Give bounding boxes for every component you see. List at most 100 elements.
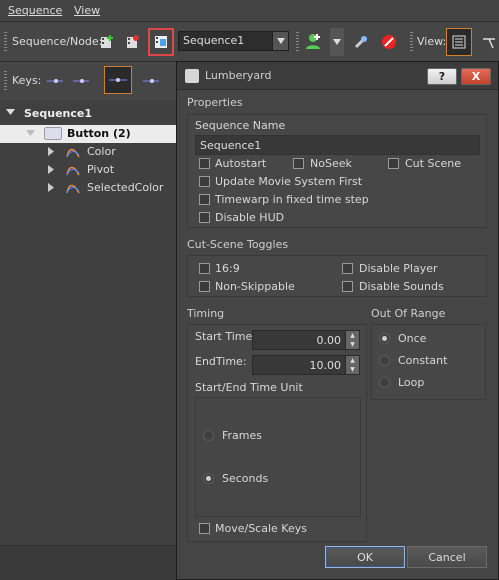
list-view-icon[interactable] xyxy=(446,28,472,56)
timewarp-label: Timewarp in fixed time step xyxy=(215,193,369,206)
cutscene-label: Cut Scene xyxy=(405,157,461,170)
tree-item-track[interactable]: Pivot xyxy=(0,161,178,179)
curve-view-icon[interactable] xyxy=(478,31,499,53)
autostart-label: Autostart xyxy=(215,157,267,170)
move-scale-keys-label: Move/Scale Keys xyxy=(215,522,307,535)
expand-arrow-icon[interactable] xyxy=(6,107,15,120)
tree-item-sequence[interactable]: Sequence1 xyxy=(0,105,178,123)
sequence-combo[interactable]: Sequence1 xyxy=(178,31,289,51)
constant-label: Constant xyxy=(398,354,448,367)
end-time-label: EndTime: xyxy=(195,355,247,368)
curve-track-icon xyxy=(66,146,80,161)
non-skippable-checkbox[interactable] xyxy=(199,281,210,292)
menu-sequence[interactable]: Sequence xyxy=(8,4,62,17)
move-keys-icon[interactable] xyxy=(104,66,132,94)
sequence-combo-value: Sequence1 xyxy=(183,34,245,47)
toolbar-grip[interactable] xyxy=(4,32,7,52)
help-button[interactable]: ? xyxy=(427,68,457,85)
update-movie-checkbox[interactable] xyxy=(199,176,210,187)
delete-sequence-icon[interactable] xyxy=(122,31,144,53)
sequence-name-label: Sequence Name xyxy=(195,119,286,132)
disable-player-label: Disable Player xyxy=(359,262,438,275)
disable-player-checkbox[interactable] xyxy=(342,263,353,274)
start-time-label: Start Time: xyxy=(195,330,256,343)
toolbar-grip[interactable] xyxy=(410,32,413,52)
cutscene-toggles-header: Cut-Scene Toggles xyxy=(187,238,289,251)
spin-down-icon[interactable]: ▼ xyxy=(345,365,359,374)
disable-hud-label: Disable HUD xyxy=(215,211,285,224)
tree-sequence-label: Sequence1 xyxy=(24,107,93,120)
noseek-label: NoSeek xyxy=(310,157,352,170)
start-time-spinbox[interactable]: 0.00 ▲ ▼ xyxy=(252,330,360,350)
once-radio[interactable] xyxy=(379,333,390,344)
dialog-title: Lumberyard xyxy=(205,69,272,82)
expand-arrow-icon[interactable] xyxy=(48,182,55,195)
wrench-icon[interactable] xyxy=(350,31,372,53)
tree-item-track[interactable]: Color xyxy=(0,143,178,161)
tree-item-track[interactable]: SelectedColor xyxy=(0,179,178,197)
toolbar-grip[interactable] xyxy=(296,32,299,52)
frames-radio[interactable] xyxy=(203,430,214,441)
add-node-icon[interactable] xyxy=(302,30,324,52)
toolbar-keys: Keys: xyxy=(0,62,178,100)
frames-label: Frames xyxy=(222,429,263,442)
spin-up-icon[interactable]: ▲ xyxy=(345,356,359,365)
edit-sequence-icon[interactable] xyxy=(148,28,174,56)
node-tree: Sequence1 Button (2) Color Pivot Selecte… xyxy=(0,100,178,545)
end-time-value: 10.00 xyxy=(309,359,342,372)
prev-key-icon[interactable] xyxy=(44,70,66,92)
loop-radio[interactable] xyxy=(379,377,390,388)
expand-arrow-icon[interactable] xyxy=(48,146,55,159)
cancel-button[interactable]: Cancel xyxy=(407,546,487,568)
seconds-label: Seconds xyxy=(222,472,269,485)
timewarp-checkbox[interactable] xyxy=(199,194,210,205)
start-time-value: 0.00 xyxy=(316,334,342,347)
status-bar xyxy=(0,545,178,580)
toolbar-grip[interactable] xyxy=(4,71,7,91)
sequence-name-field[interactable]: Sequence1 xyxy=(195,135,480,155)
spin-down-icon[interactable]: ▼ xyxy=(345,340,359,349)
track-label: Color xyxy=(87,145,116,158)
sequence-properties-dialog: Lumberyard ? X Properties Sequence Name … xyxy=(176,61,499,580)
slide-keys-icon[interactable] xyxy=(140,70,162,92)
seconds-radio[interactable] xyxy=(203,473,214,484)
noseek-checkbox[interactable] xyxy=(293,158,304,169)
next-key-icon[interactable] xyxy=(70,70,92,92)
ratio-label: 16:9 xyxy=(215,262,240,275)
non-skippable-label: Non-Skippable xyxy=(215,280,295,293)
out-of-range-group: Once Constant Loop xyxy=(371,324,486,400)
properties-group: Sequence Name Sequence1 Autostart NoSeek… xyxy=(187,114,487,228)
move-scale-keys-checkbox[interactable] xyxy=(199,523,210,534)
once-label: Once xyxy=(398,332,427,345)
track-label: Pivot xyxy=(87,163,115,176)
time-unit-header: Start/End Time Unit xyxy=(195,381,303,394)
autostart-checkbox[interactable] xyxy=(199,158,210,169)
tree-item-node[interactable]: Button (2) xyxy=(0,125,178,143)
menu-view[interactable]: View xyxy=(74,4,100,17)
chevron-down-icon[interactable] xyxy=(272,32,288,50)
time-unit-group: Frames Seconds xyxy=(195,397,361,517)
dialog-title-bar[interactable]: Lumberyard ? X xyxy=(177,62,498,90)
menu-bar: Sequence View xyxy=(0,0,499,22)
timing-header: Timing xyxy=(187,307,225,320)
spin-up-icon[interactable]: ▲ xyxy=(345,331,359,340)
end-time-spinbox[interactable]: 10.00 ▲ ▼ xyxy=(252,355,360,375)
expand-arrow-icon[interactable] xyxy=(48,164,55,177)
close-button[interactable]: X xyxy=(461,68,491,85)
cutscene-checkbox[interactable] xyxy=(388,158,399,169)
ratio-checkbox[interactable] xyxy=(199,263,210,274)
expand-arrow-icon[interactable] xyxy=(26,128,35,141)
delete-node-icon[interactable] xyxy=(378,31,400,53)
ok-button[interactable]: OK xyxy=(325,546,405,568)
tree-node-label: Button (2) xyxy=(67,127,131,140)
out-of-range-header: Out Of Range xyxy=(371,307,446,320)
update-movie-label: Update Movie System First xyxy=(215,175,363,188)
disable-sounds-checkbox[interactable] xyxy=(342,281,353,292)
constant-radio[interactable] xyxy=(379,355,390,366)
sequence-node-label: Sequence/Node: xyxy=(12,35,103,48)
add-node-dropdown-icon[interactable] xyxy=(330,28,344,56)
properties-header: Properties xyxy=(187,96,243,109)
loop-label: Loop xyxy=(398,376,425,389)
disable-hud-checkbox[interactable] xyxy=(199,212,210,223)
add-sequence-icon[interactable] xyxy=(96,31,118,53)
